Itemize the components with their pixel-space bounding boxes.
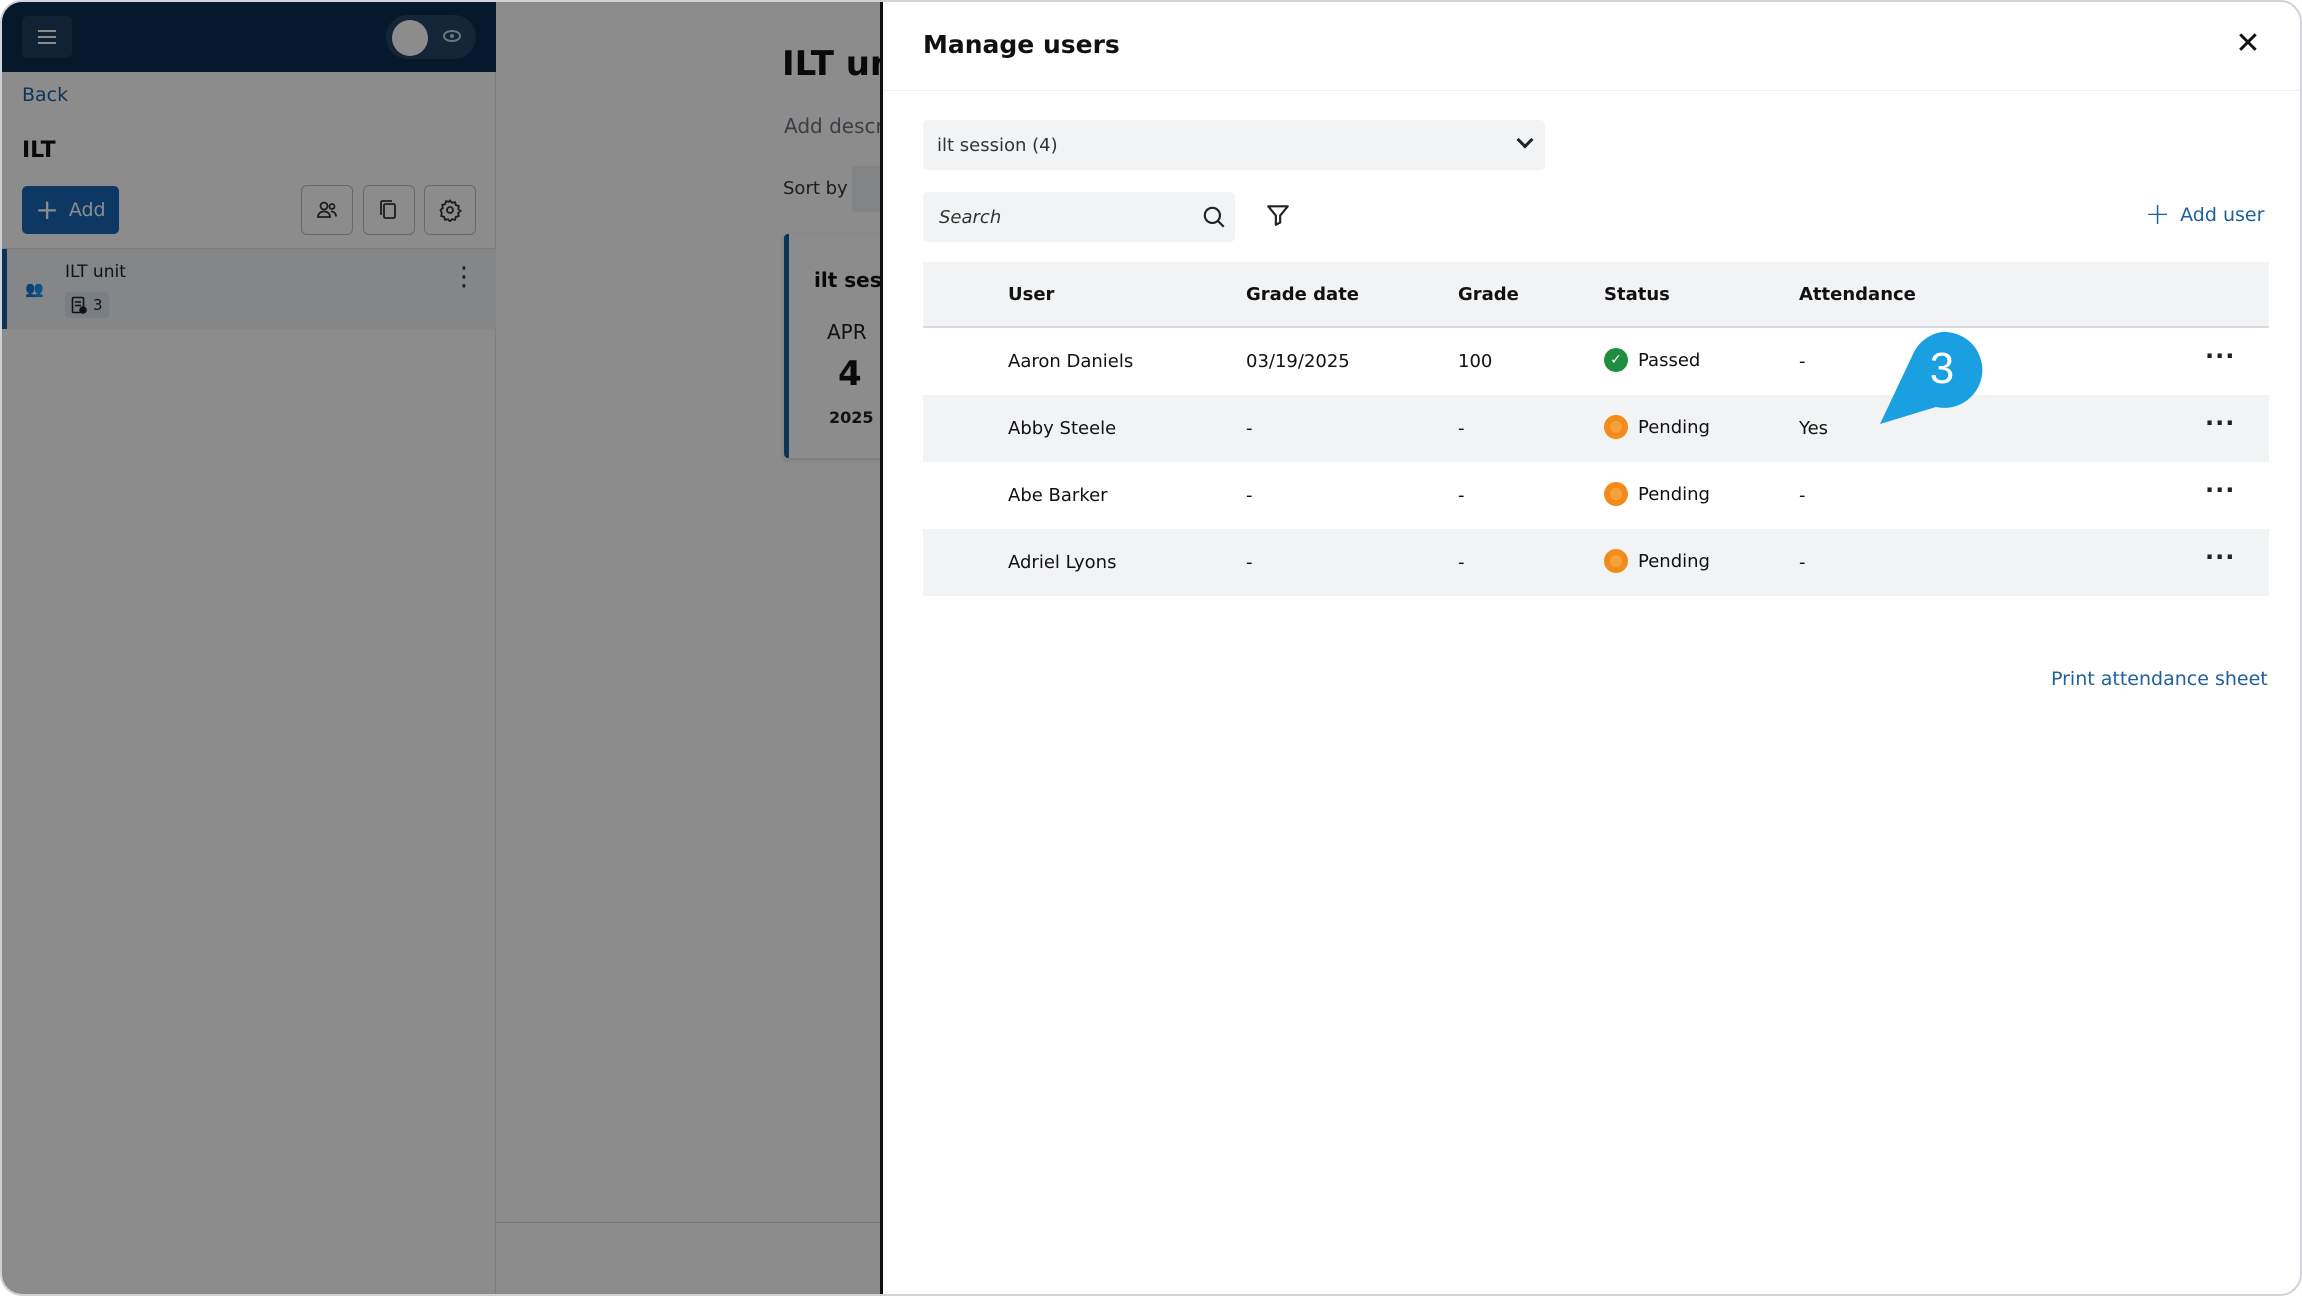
session-select-value: ilt session (4): [937, 134, 1058, 156]
table-header: User Grade date Grade Status Attendance: [923, 262, 2269, 328]
column-header-grade[interactable]: Grade: [1458, 284, 1519, 305]
users-table: User Grade date Grade Status Attendance …: [923, 262, 2269, 596]
status-badge: Pending: [1604, 415, 1710, 439]
attendance: -: [1799, 351, 1806, 372]
grade: 100: [1458, 351, 1493, 372]
more-options-icon[interactable]: ···: [2205, 342, 2235, 370]
callout-number: 3: [1930, 344, 1954, 393]
user-name: Abby Steele: [1008, 418, 1117, 439]
status-label: Pending: [1638, 483, 1710, 505]
grade-date: -: [1246, 552, 1253, 573]
user-name: Aaron Daniels: [1008, 351, 1134, 372]
grade: -: [1458, 418, 1465, 439]
grade: -: [1458, 485, 1465, 506]
attendance: Yes: [1799, 418, 1829, 439]
manage-users-dialog: Manage users ✕ ilt session (4) + Add use…: [880, 2, 2300, 1294]
table-row[interactable]: Abby Steele - - Pending Yes ···: [923, 395, 2269, 462]
pending-icon: [1604, 415, 1628, 439]
session-select[interactable]: ilt session (4): [923, 120, 1545, 170]
grade: -: [1458, 552, 1465, 573]
column-header-grade-date[interactable]: Grade date: [1246, 284, 1359, 305]
column-header-status[interactable]: Status: [1604, 284, 1670, 305]
add-user-label: Add user: [2180, 204, 2265, 226]
filter-icon[interactable]: [1265, 202, 1291, 228]
pending-icon: [1604, 549, 1628, 573]
column-header-user[interactable]: User: [1008, 284, 1054, 305]
table-row[interactable]: Abe Barker - - Pending - ···: [923, 462, 2269, 529]
search-icon[interactable]: [1201, 204, 1227, 230]
close-icon[interactable]: ✕: [2231, 26, 2265, 61]
status-badge: ✓ Passed: [1604, 348, 1700, 372]
step-callout: 3: [1880, 331, 1983, 424]
plus-icon: +: [2145, 197, 2171, 232]
modal-backdrop[interactable]: [2, 2, 882, 1294]
user-name: Adriel Lyons: [1008, 552, 1117, 573]
status-badge: Pending: [1604, 549, 1710, 573]
table-row[interactable]: Adriel Lyons - - Pending - ···: [923, 529, 2269, 596]
grade-date: -: [1246, 418, 1253, 439]
grade-date: -: [1246, 485, 1253, 506]
pending-icon: [1604, 482, 1628, 506]
status-badge: Pending: [1604, 482, 1710, 506]
more-options-icon[interactable]: ···: [2205, 476, 2235, 504]
status-label: Pending: [1638, 416, 1710, 438]
more-options-icon[interactable]: ···: [2205, 543, 2235, 571]
more-options-icon[interactable]: ···: [2205, 409, 2235, 437]
status-label: Passed: [1638, 349, 1701, 371]
user-name: Abe Barker: [1008, 485, 1108, 506]
chevron-down-icon: [1516, 131, 1534, 149]
status-label: Pending: [1638, 550, 1710, 572]
divider: [883, 90, 2300, 91]
column-header-attendance[interactable]: Attendance: [1799, 284, 1916, 305]
search-input[interactable]: [923, 192, 1183, 242]
grade-date: 03/19/2025: [1246, 351, 1350, 372]
add-user-button[interactable]: + Add user: [2145, 200, 2264, 230]
attendance: -: [1799, 552, 1806, 573]
attendance: -: [1799, 485, 1806, 506]
check-icon: ✓: [1604, 348, 1628, 372]
app-window: Back ILT + Add 👥 ILT unit 3 ⋮ ILT un Add…: [0, 0, 2302, 1296]
print-attendance-link[interactable]: Print attendance sheet: [2051, 668, 2268, 690]
table-row[interactable]: Aaron Daniels 03/19/2025 100 ✓ Passed - …: [923, 328, 2269, 395]
dialog-title: Manage users: [923, 30, 1120, 59]
search-field: [923, 192, 1235, 242]
